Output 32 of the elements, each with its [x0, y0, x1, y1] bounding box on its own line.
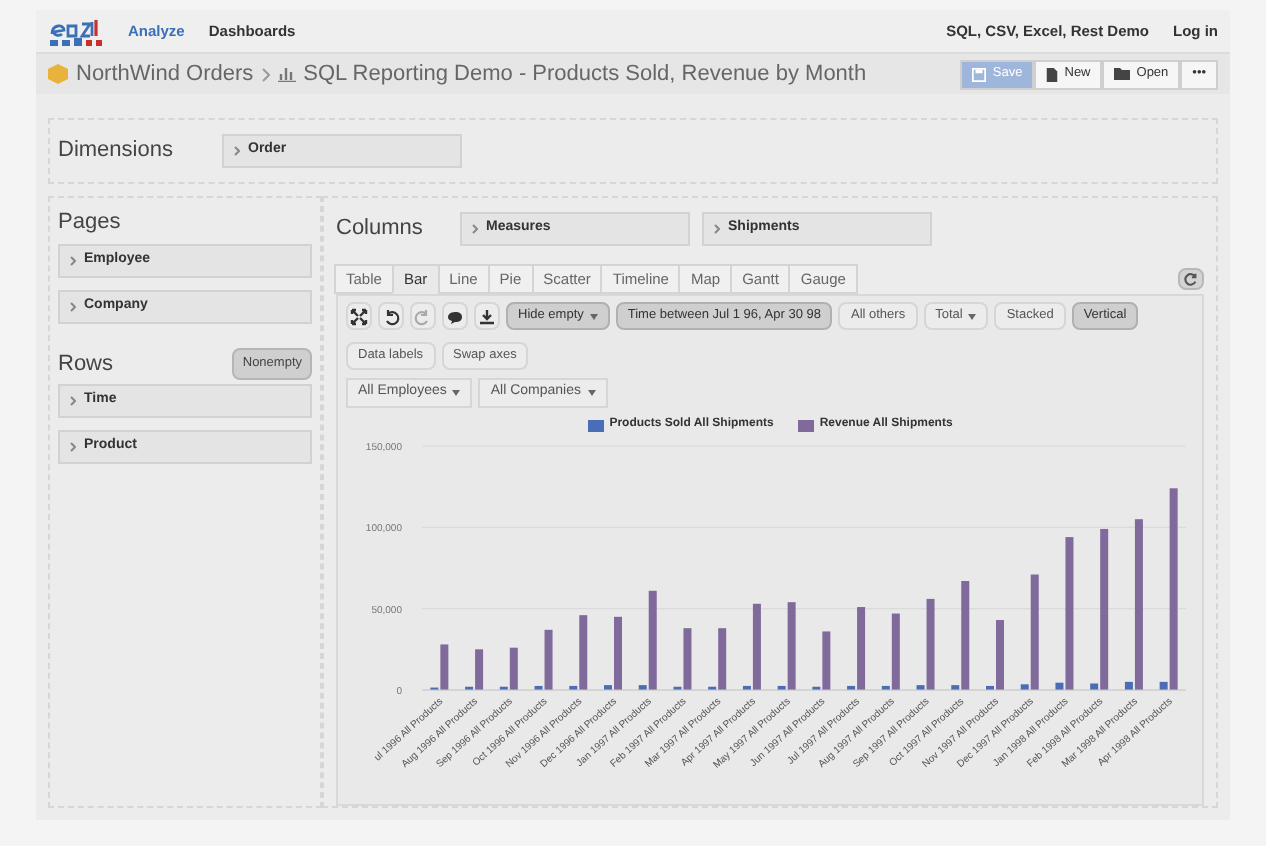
save-icon [972, 67, 987, 81]
cube-name[interactable]: NorthWind Orders [76, 57, 254, 91]
fullscreen-button[interactable] [346, 302, 372, 330]
expand-icon [70, 396, 76, 406]
chevron-icon [261, 67, 270, 81]
expand-icon [70, 442, 76, 452]
logo[interactable] [48, 15, 104, 47]
section-title: Rows [58, 349, 114, 379]
expand-icon [234, 146, 240, 156]
caret-icon [452, 390, 461, 396]
expand-icon [472, 223, 478, 233]
comment-button[interactable] [442, 302, 468, 330]
expand-icon [714, 223, 720, 233]
section-title: Dimensions [58, 136, 175, 167]
chart-icon [277, 66, 296, 82]
caret-icon [587, 390, 595, 396]
refresh-button[interactable] [1178, 268, 1204, 290]
cube-icon [48, 64, 68, 84]
expand-icon [70, 255, 76, 265]
folder-icon [1114, 68, 1131, 80]
section-title: Columns [336, 213, 425, 244]
download-icon [480, 309, 494, 323]
download-button[interactable] [474, 302, 500, 330]
redo-icon [416, 309, 430, 323]
document-icon [1046, 67, 1059, 81]
expand-icon [70, 301, 76, 311]
section-title: Pages [58, 208, 123, 238]
report-title: SQL Reporting Demo - Products Sold, Revenue by Month [303, 59, 867, 90]
undo-button[interactable] [378, 302, 404, 330]
fullscreen-icon [352, 309, 366, 323]
speech-bubble-icon [448, 309, 462, 323]
undo-icon [384, 309, 398, 323]
